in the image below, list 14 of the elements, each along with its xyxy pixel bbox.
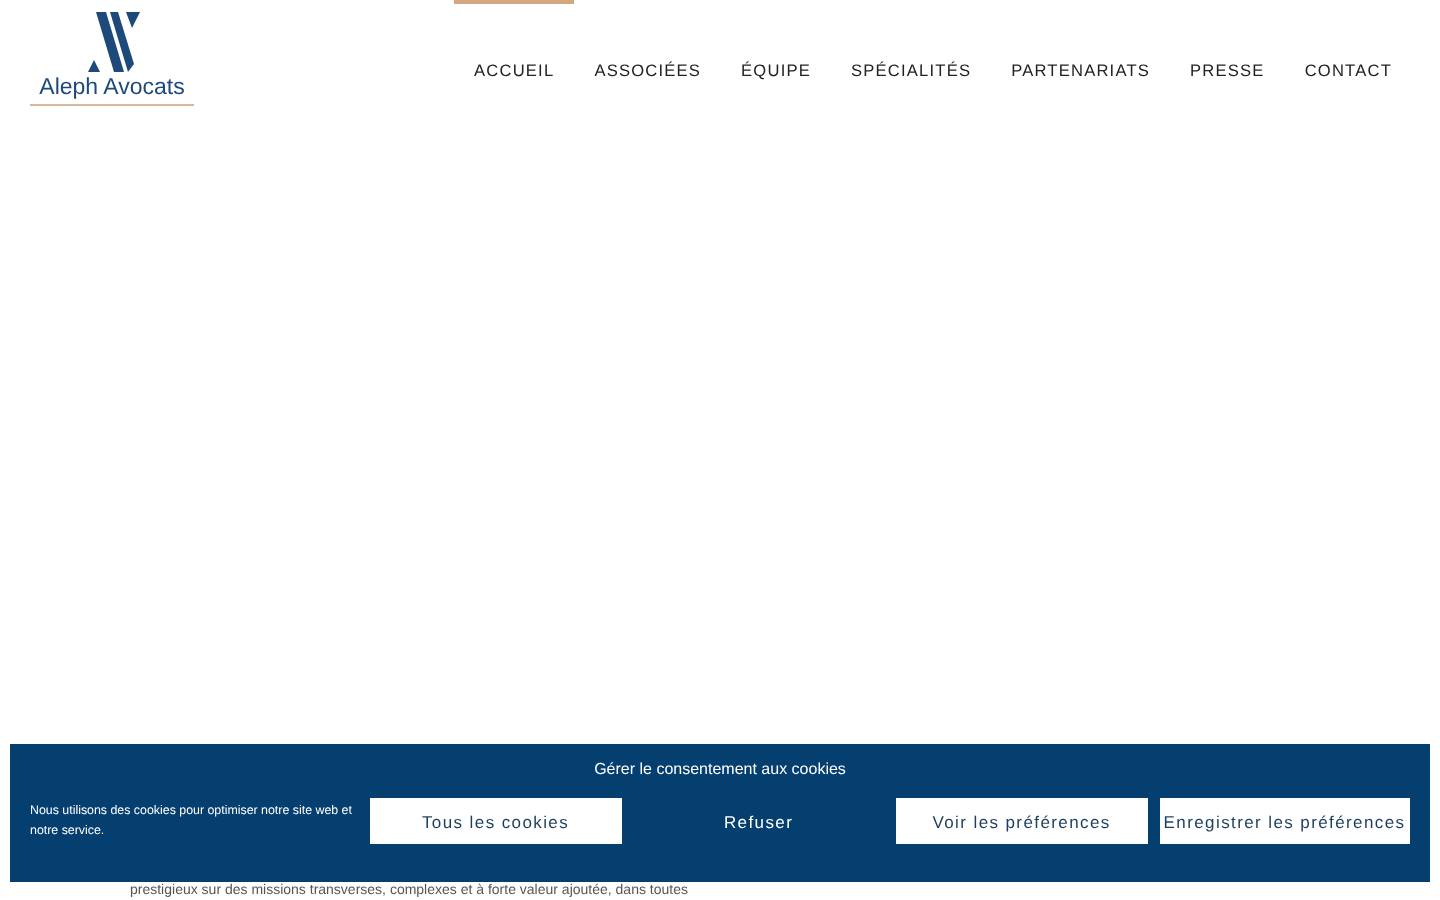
nav-link[interactable]: ACCUEIL <box>454 0 575 128</box>
logo-text: Aleph Avocats <box>39 76 185 100</box>
cookie-button[interactable]: Refuser <box>633 798 885 844</box>
cookie-button[interactable]: Voir les préférences <box>896 798 1148 844</box>
nav-link[interactable]: ASSOCIÉES <box>574 0 722 128</box>
nav-link[interactable]: PRESSE <box>1170 0 1285 128</box>
nav-link[interactable]: ÉQUIPE <box>721 0 831 128</box>
cookie-button[interactable]: Tous les cookies <box>370 798 622 844</box>
nav-link[interactable]: PARTENARIATS <box>991 0 1171 128</box>
nav-link[interactable]: SPÉCIALITÉS <box>831 0 992 128</box>
banner-title: Gérer le consentement aux cookies <box>594 760 846 778</box>
cookie-button[interactable]: Enregistrer les préférences <box>1159 798 1411 844</box>
logo-icon <box>82 12 142 76</box>
nav-link[interactable]: CONTACT <box>1284 0 1412 128</box>
